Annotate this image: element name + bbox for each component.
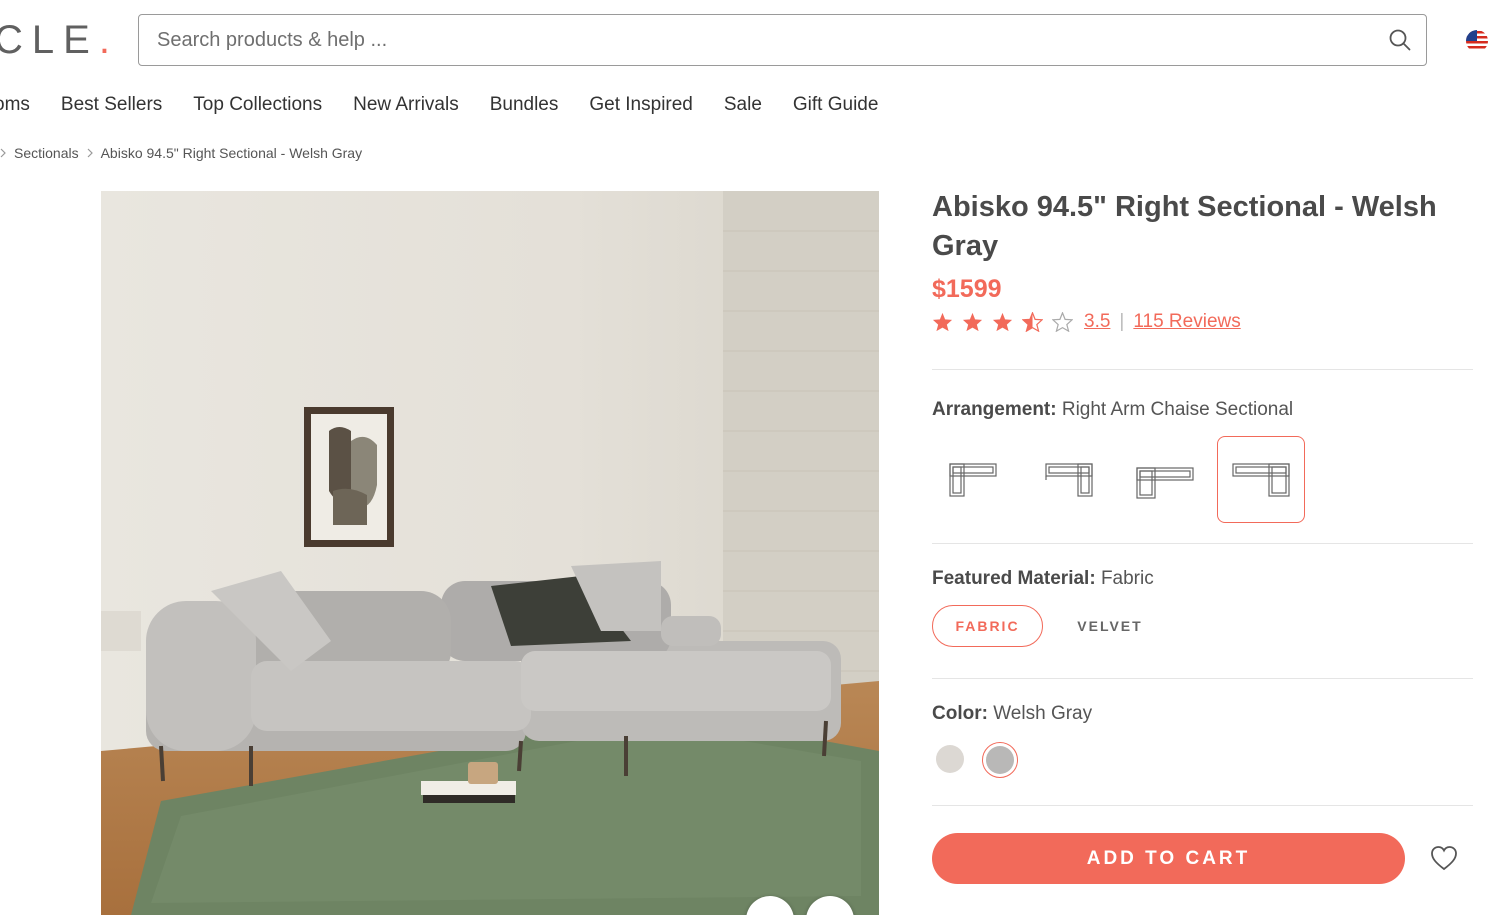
color-label: Color: Welsh Gray [932, 703, 1092, 725]
add-to-cart-button[interactable]: ADD TO CART [932, 833, 1405, 884]
logo-dot: . [98, 18, 119, 62]
rating-value[interactable]: 3.5 [1084, 311, 1110, 333]
nav-item-get-inspired[interactable]: Get Inspired [589, 94, 693, 116]
breadcrumb: Sectionals Abisko 94.5" Right Sectional … [0, 145, 362, 161]
star-half-icon [1022, 312, 1043, 332]
divider [932, 369, 1473, 370]
search-icon[interactable] [1388, 28, 1412, 52]
star-empty-icon [1052, 312, 1073, 332]
material-label-title: Featured Material: [932, 568, 1096, 589]
right-sectional-icon[interactable] [1025, 436, 1113, 523]
swatch-fill [936, 745, 964, 773]
nav-item-rooms[interactable]: oms [0, 94, 30, 116]
breadcrumb-current: Abisko 94.5" Right Sectional - Welsh Gra… [100, 145, 363, 161]
chevron-right-icon [87, 145, 93, 161]
material-label: Featured Material: Fabric [932, 568, 1154, 590]
star-filled-icon [962, 312, 983, 332]
material-value: Fabric [1100, 568, 1154, 589]
material-option-velvet[interactable]: VELVET [1060, 605, 1160, 647]
color-swatch-welsh-gray[interactable] [982, 742, 1018, 778]
arrangement-label: Arrangement: Right Arm Chaise Sectional [932, 399, 1293, 421]
nav-item-bundles[interactable]: Bundles [490, 94, 559, 116]
arrangement-value: Right Arm Chaise Sectional [1061, 399, 1294, 420]
left-chaise-icon[interactable] [929, 436, 1017, 523]
divider [932, 543, 1473, 544]
search-bar [138, 14, 1427, 66]
arrangement-label-title: Arrangement: [932, 399, 1057, 420]
star-filled-icon [992, 312, 1013, 332]
heart-icon[interactable] [1430, 845, 1458, 871]
divider [932, 678, 1473, 679]
product-price: $1599 [932, 275, 1002, 303]
search-input[interactable] [157, 15, 1357, 65]
nav-item-new-arrivals[interactable]: New Arrivals [353, 94, 459, 116]
nav-item-sale[interactable]: Sale [724, 94, 762, 116]
color-label-title: Color: [932, 703, 988, 724]
right-arm-chaise-icon[interactable] [1217, 436, 1305, 523]
product-image[interactable] [101, 191, 879, 915]
swatch-fill [986, 746, 1014, 774]
main-nav: oms Best Sellers Top Collections New Arr… [0, 94, 909, 116]
color-value: Welsh Gray [993, 703, 1093, 724]
nav-item-gift-guide[interactable]: Gift Guide [793, 94, 879, 116]
us-flag-icon[interactable] [1466, 30, 1488, 52]
color-swatch-light[interactable] [933, 742, 969, 778]
star-filled-icon [932, 312, 953, 332]
site-logo[interactable]: CLE. [0, 18, 119, 63]
rating-separator: | [1119, 311, 1125, 332]
left-sectional-icon[interactable] [1121, 436, 1209, 523]
material-option-fabric[interactable]: FABRIC [932, 605, 1043, 647]
rating-summary: 3.5 | 115 Reviews [932, 309, 1241, 335]
nav-item-best-sellers[interactable]: Best Sellers [61, 94, 162, 116]
logo-text: CLE [0, 18, 99, 62]
product-title: Abisko 94.5" Right Sectional - Welsh Gra… [932, 191, 1437, 262]
divider [932, 805, 1473, 806]
breadcrumb-sectionals[interactable]: Sectionals [14, 145, 79, 161]
chevron-right-icon [0, 145, 6, 161]
nav-item-top-collections[interactable]: Top Collections [193, 94, 322, 116]
reviews-link[interactable]: 115 Reviews [1133, 311, 1240, 333]
